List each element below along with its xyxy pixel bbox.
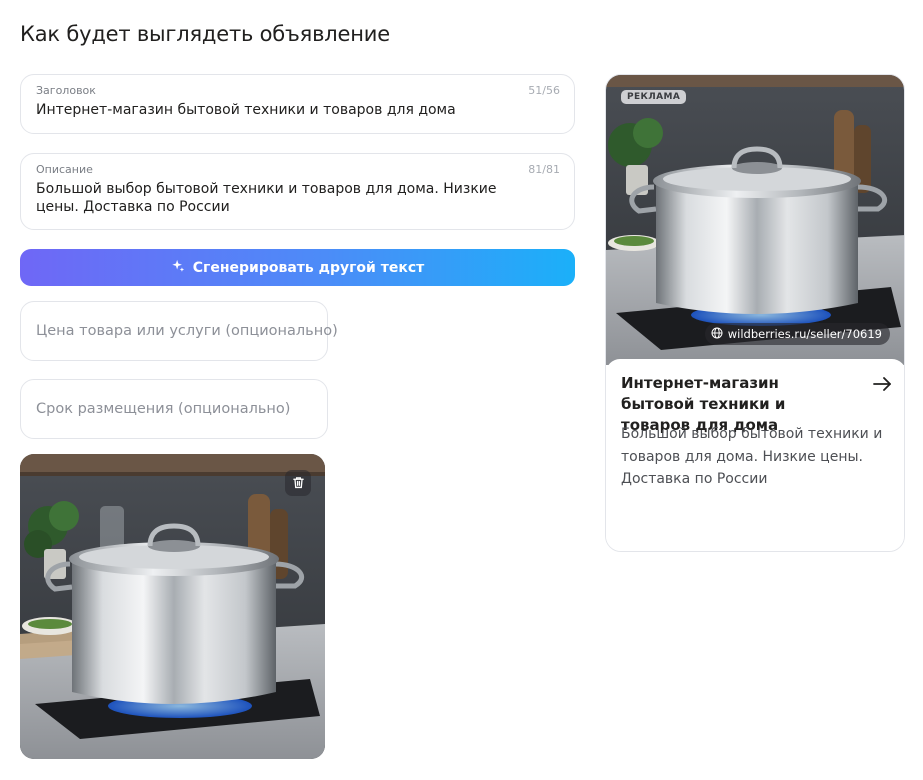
headline-field[interactable]: Заголовок 51/56 Интернет-магазин бытовой…	[20, 74, 575, 134]
domain-text: wildberries.ru/seller/70619	[727, 327, 882, 341]
ad-badge: РЕКЛАМА	[621, 90, 687, 104]
cooking-pot-image	[20, 454, 325, 759]
period-field[interactable]: Срок размещения (опционально)	[20, 379, 328, 439]
ad-preview-card[interactable]: РЕКЛАМА wildberries.ru/seller/70619 Инте…	[605, 74, 905, 552]
headline-counter: 51/56	[528, 84, 560, 97]
period-placeholder: Срок размещения (опционально)	[36, 401, 291, 417]
ad-preview-body: Интернет-магазин бытовой техники и товар…	[606, 359, 904, 551]
trash-icon	[292, 474, 305, 493]
domain-link[interactable]: wildberries.ru/seller/70619	[704, 323, 890, 345]
page-title: Как будет выглядеть объявление	[20, 22, 390, 46]
generate-text-button[interactable]: Сгенерировать другой текст	[20, 249, 575, 286]
ad-preview-description: Большой выбор бытовой техники и товаров …	[621, 426, 883, 487]
price-placeholder: Цена товара или услуги (опционально)	[36, 323, 338, 339]
uploaded-image	[20, 454, 325, 759]
description-counter: 81/81	[528, 163, 560, 176]
price-field[interactable]: Цена товара или услуги (опционально)	[20, 301, 338, 361]
ad-preview-image	[606, 75, 904, 365]
headline-label: Заголовок	[36, 84, 96, 97]
sparkles-icon	[171, 259, 185, 277]
delete-image-button[interactable]	[285, 470, 311, 496]
globe-icon	[711, 327, 723, 342]
headline-value[interactable]: Интернет-магазин бытовой техники и товар…	[36, 101, 534, 119]
description-label: Описание	[36, 163, 93, 176]
description-field[interactable]: Описание 81/81 Большой выбор бытовой тех…	[20, 153, 575, 230]
description-value[interactable]: Большой выбор бытовой техники и товаров …	[36, 180, 524, 216]
arrow-right-icon[interactable]	[872, 375, 892, 393]
generate-text-label: Сгенерировать другой текст	[192, 259, 425, 276]
cooking-pot-preview-image	[606, 75, 904, 365]
